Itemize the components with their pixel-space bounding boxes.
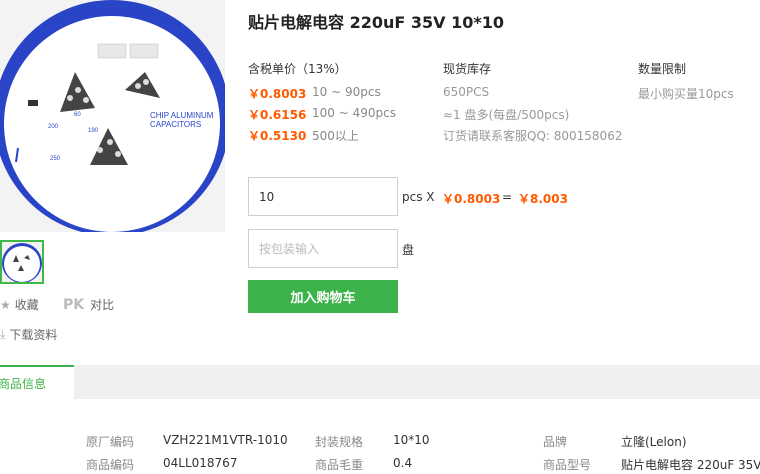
product-thumbnail[interactable] [0,240,44,284]
product-title: 贴片电解电容 220uF 35V 10*10 [248,13,504,32]
download-action[interactable]: ⤓ 下载资料 [0,326,57,343]
info-value-package: 10*10 [393,433,430,447]
price-tier-1-range: 10 ~ 90pcs [312,85,381,99]
stock-quantity: 650PCS [443,85,490,99]
add-to-cart-button[interactable]: 加入购物车 [248,280,398,313]
pk-badge: PK [63,296,85,313]
equals-sign: = [502,190,513,204]
stock-contact: 订货请联系客服QQ: 800158062 [443,129,623,143]
dimension-b: 250 [50,156,61,162]
dimension-a: 200 [48,124,59,130]
info-label-package: 封装规格 [315,435,364,449]
compare-label: 对比 [90,298,115,312]
order-unit-price: ￥0.8003 [442,192,501,206]
stock-header: 现货库存 [443,62,492,76]
price-tier-1: ￥0.8003 [248,87,307,101]
info-label-brand: 品牌 [543,435,568,449]
download-icon: ⤓ [0,327,6,341]
tab-product-info-label: 商品信息 [0,377,47,391]
star-icon: ★ [0,297,11,312]
tab-product-info[interactable]: 商品信息 [0,365,74,399]
price-tier-2-range: 100 ~ 490pcs [312,106,396,120]
price-tier-2: ￥0.6156 [248,108,307,122]
info-label-sku: 商品编码 [86,458,135,472]
favorite-label: 收藏 [14,298,39,312]
product-main-image[interactable]: CHIP ALUMINUM CAPACITORS 200 250 190 60 [0,0,225,232]
quantity-unit: pcs X [402,190,435,204]
download-label: 下载资料 [9,328,58,342]
quantity-input[interactable] [248,177,398,216]
favorite-action[interactable]: ★ 收藏 [0,296,39,313]
dimension-d: 60 [74,112,81,118]
info-label-model: 商品型号 [543,458,592,472]
info-value-mfr-code: VZH221M1VTR-1010 [163,433,288,447]
limit-text: 最小购买量10pcs [638,87,734,101]
price-tier-3-range: 500以上 [312,129,359,143]
reel-label-line2: CAPACITORS [150,120,201,129]
price-header: 含税单价（13%） [248,62,347,76]
info-value-weight: 0.4 [393,456,413,470]
capacitor-reel-image: CHIP ALUMINUM CAPACITORS 200 250 190 60 [0,0,225,232]
reel-unit: 盘 [402,243,415,257]
limit-header: 数量限制 [638,62,687,76]
info-label-weight: 商品毛重 [315,458,364,472]
reel-label-line1: CHIP ALUMINUM [150,111,214,120]
dimension-c: 190 [88,128,99,134]
detail-tab-bar [0,365,760,399]
order-total: ￥8.003 [518,192,568,206]
info-value-brand: 立隆(Lelon) [621,435,687,449]
info-label-mfr-code: 原厂编码 [86,435,135,449]
reel-quantity-input[interactable] [248,229,398,268]
stock-reels: ≈1 盘多(每盘/500pcs) [443,108,570,122]
compare-action[interactable]: PK 对比 [63,296,114,313]
thumbnail-reel-icon [2,242,42,282]
info-value-sku: 04LL018767 [163,456,238,470]
price-tier-3: ￥0.5130 [248,129,307,143]
info-value-model: 贴片电解电容 220uF 35V [621,458,760,472]
